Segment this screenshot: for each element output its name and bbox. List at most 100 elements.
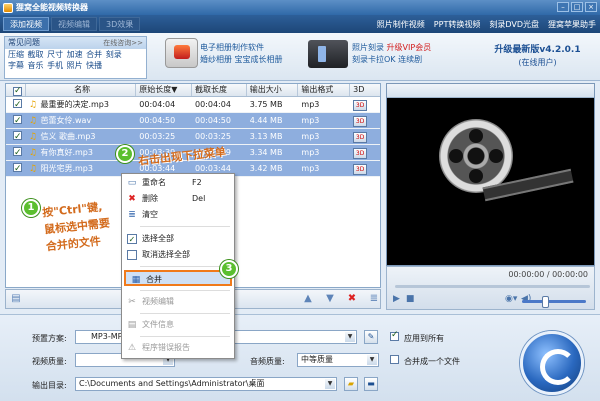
merge-one-checkbox[interactable] (390, 355, 399, 364)
album-software-icon[interactable] (165, 38, 198, 68)
apple-helper-link[interactable]: 狸窝苹果助手 (548, 19, 596, 30)
row-output-format: mp3 (301, 163, 320, 173)
3d-effect-icon[interactable]: 3D (353, 99, 368, 111)
album-ad[interactable]: 电子相册制作软件 婚纱相册 宝宝成长相册 (200, 42, 283, 66)
menu-rename-key: F2 (192, 178, 202, 187)
snapshot-icon[interactable]: ◉▾ (505, 294, 517, 304)
menu-error-report[interactable]: ⚠ 程序错误报告 (122, 340, 234, 356)
row-cut-length: 00:04:04 (195, 99, 231, 109)
chevron-down-icon[interactable]: ▼ (367, 355, 377, 365)
chevron-down-icon[interactable]: ▼ (345, 332, 355, 342)
album-ad-line2[interactable]: 婚纱相册 宝宝成长相册 (200, 54, 283, 66)
3d-effect-icon[interactable]: 3D (353, 147, 368, 159)
menu-file-info[interactable]: ▤ 文件信息 (122, 317, 234, 333)
output-dir-select[interactable]: C:\Documents and Settings\Administrator\… (75, 377, 337, 391)
row-name-text: 信义 歌曲.mp3 (40, 131, 96, 141)
col-name[interactable]: 名称 (26, 84, 137, 96)
vip-ad[interactable]: 照片刻录 升级VIP会员 刻录卡拉OK 连续剧 (352, 42, 431, 66)
vip-upgrade-link[interactable]: 升级VIP会员 (387, 43, 432, 52)
audio-quality-label: 音频质量: (250, 357, 285, 366)
col-original-length[interactable]: 原始长度▼ (136, 84, 192, 96)
top-navbar: 添加视频 视频编辑 3D效果 照片制作视频 PPT转换视频 刻录DVD光盘 狸窝… (0, 15, 600, 33)
version-info[interactable]: 升级最新版v4.2.0.1 (在线用户) (480, 42, 595, 68)
row-3d[interactable]: 3D (350, 161, 380, 177)
3d-effect-icon[interactable]: 3D (353, 131, 368, 143)
row-checkbox[interactable] (13, 129, 22, 145)
open-folder-icon[interactable]: ▬ (364, 377, 378, 391)
folder-icon[interactable]: ▰ (344, 377, 358, 391)
play-icon[interactable]: ▶ (393, 294, 400, 304)
settings-panel: 预置方案: MP3-MPEG ▼ ✎ 应用到所有 视频质量: ▼ 音频质量: 中… (0, 314, 600, 401)
header-checkbox-col[interactable] (6, 84, 26, 97)
row-checkbox[interactable] (13, 97, 22, 113)
clear-icon: ≣ (128, 210, 136, 220)
table-row[interactable]: ♫ 芭蕾女伶.wav00:04:5000:04:504.44 MBmp33D (6, 113, 380, 129)
karaoke-link[interactable]: 刻录卡拉OK 连续剧 (352, 54, 431, 66)
table-row[interactable]: ♫ 最重要的决定.mp300:04:0400:04:043.75 MBmp33D (6, 97, 380, 113)
photo-video-link[interactable]: 照片制作视频 (377, 19, 425, 30)
faq-links-row1[interactable]: 压缩 截取 尺寸 加速 合并 刻录 (5, 49, 146, 60)
maximize-button[interactable]: □ (571, 2, 583, 12)
col-3d[interactable]: 3D (350, 84, 380, 96)
row-checkbox-cell[interactable] (6, 160, 26, 178)
row-checkbox[interactable] (13, 145, 22, 161)
album-ad-line1[interactable]: 电子相册制作软件 (200, 42, 283, 54)
photo-burn-link[interactable]: 照片刻录 (352, 43, 387, 52)
ppt-video-link[interactable]: PPT转换视频 (434, 19, 481, 30)
audio-quality-select[interactable]: 中等质量 ▼ (297, 353, 379, 367)
menu-rename-label: 重命名 (142, 178, 166, 187)
chevron-down-icon[interactable]: ▼ (325, 379, 335, 389)
menu-rename[interactable]: ▭ 重命名 F2 (122, 175, 234, 191)
row-3d[interactable]: 3D (350, 145, 380, 161)
3d-effect-icon[interactable]: 3D (353, 115, 368, 127)
faq-title: 常见问题 (8, 38, 40, 47)
faq-links-row2[interactable]: 字幕 音乐 手机 照片 快播 (5, 60, 146, 71)
menu-unselect-all[interactable]: 取消选择全部 (122, 247, 234, 263)
remove-icon[interactable]: ✖ (346, 293, 358, 305)
settings-wrench-icon[interactable]: ✎ (364, 330, 378, 344)
menu-video-edit-label: 视频编辑 (142, 297, 174, 306)
annotation-step1: 按"Ctrl"键, 鼠标选中需要 合并的文件 (42, 198, 113, 256)
menu-select-all[interactable]: ✓ 选择全部 (122, 231, 234, 247)
move-up-icon[interactable]: ▲ (302, 293, 314, 305)
3d-effect-icon[interactable]: 3D (353, 163, 368, 175)
volume-slider[interactable] (522, 296, 586, 308)
minimize-button[interactable]: – (557, 2, 569, 12)
row-3d[interactable]: 3D (350, 129, 380, 145)
col-output-format[interactable]: 输出格式 (298, 84, 351, 96)
row-3d[interactable]: 3D (350, 113, 380, 129)
row-name-text: 芭蕾女伶.wav (40, 115, 92, 125)
convert-button[interactable] (520, 331, 584, 395)
burn-dvd-link[interactable]: 刻录DVD光盘 (489, 19, 539, 30)
list-view-icon[interactable]: ▤ (10, 293, 22, 305)
stop-icon[interactable]: ■ (406, 294, 415, 304)
select-all-checkbox[interactable] (13, 85, 22, 97)
video-edit-tab[interactable]: 视频编辑 (51, 17, 97, 31)
row-3d[interactable]: 3D (350, 97, 380, 113)
seek-bar[interactable] (395, 285, 590, 288)
app-logo-icon (3, 2, 13, 13)
menu-delete[interactable]: ✖ 删除 Del (122, 191, 234, 207)
play-time: 00:00:00 / 00:00:00 (508, 270, 588, 279)
row-original-length: 00:04:04 (139, 99, 176, 109)
add-video-tab[interactable]: 添加视频 (3, 17, 49, 31)
move-down-icon[interactable]: ▼ (324, 293, 336, 305)
table-row[interactable]: ♫ 信义 歌曲.mp300:03:2500:03:253.13 MBmp33D (6, 129, 380, 145)
online-consult-link[interactable]: 在线咨询>> (103, 37, 143, 49)
output-dir-label: 输出目录: (32, 381, 67, 390)
row-checkbox[interactable] (13, 161, 22, 177)
menu-video-edit[interactable]: ✂ 视频编辑 (122, 294, 234, 310)
apply-all-checkbox[interactable] (390, 330, 399, 341)
menu-clear[interactable]: ≣ 清空 (122, 207, 234, 223)
clear-list-icon[interactable]: ≣ (368, 293, 380, 305)
row-checkbox[interactable] (13, 113, 22, 129)
version-title[interactable]: 升级最新版v4.2.0.1 (480, 42, 595, 55)
col-output-size[interactable]: 输出大小 (247, 84, 299, 96)
close-button[interactable]: × (585, 2, 597, 12)
mp4-device-icon[interactable] (308, 40, 348, 68)
scissors-icon: ✂ (128, 297, 136, 307)
col-cut-length[interactable]: 截取长度 (192, 84, 247, 96)
3d-effect-tab[interactable]: 3D效果 (99, 17, 141, 31)
row-output-size: 4.44 MB (249, 115, 283, 125)
menu-merge[interactable]: ▦ 合并 (124, 270, 232, 286)
